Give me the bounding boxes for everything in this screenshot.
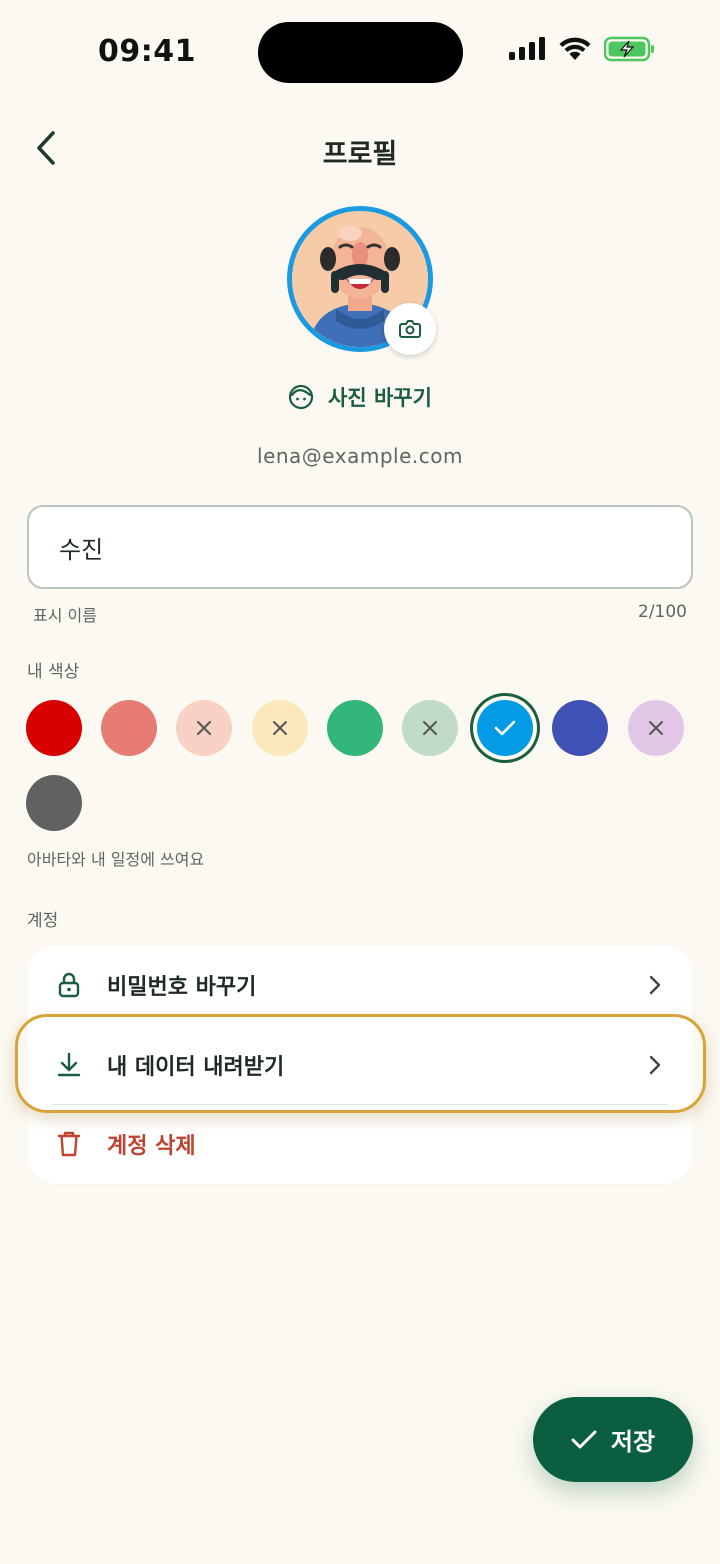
check-icon (571, 1430, 597, 1448)
status-time: 09:41 (98, 34, 196, 69)
color-hint: 아바타와 내 일정에 쓰여요 (27, 850, 205, 869)
status-icons (508, 36, 656, 62)
camera-icon (399, 320, 421, 338)
account-card: 비밀번호 바꾸기 내 데이터 내려받기 계정 삭제 (27, 946, 693, 1184)
cellular-signal-icon (509, 37, 545, 60)
account-email: lena@example.com (257, 444, 463, 468)
status-bar: 09:41 (0, 0, 720, 100)
chevron-right-icon (649, 1055, 661, 1075)
save-label: 저장 (610, 1428, 656, 1456)
color-swatch[interactable] (552, 700, 609, 756)
color-swatch[interactable] (26, 700, 82, 756)
battery-charging-icon (604, 36, 654, 62)
color-swatch[interactable] (26, 775, 82, 831)
display-name-counter: 2/100 (638, 602, 687, 622)
download-data-label: 내 데이터 내려받기 (107, 1055, 285, 1080)
trash-icon (55, 1130, 83, 1158)
save-button[interactable]: 저장 (533, 1397, 693, 1482)
color-section-label: 내 색상 (27, 662, 80, 682)
top-app-bar: 프로필 (0, 110, 720, 182)
check-icon (494, 720, 516, 736)
color-swatch (627, 700, 684, 756)
color-swatch[interactable] (326, 700, 383, 756)
color-swatch (402, 700, 458, 756)
face-icon (288, 384, 314, 410)
download-data-row[interactable]: 내 데이터 내려받기 (27, 1026, 693, 1104)
color-swatch (251, 700, 308, 756)
change-photo-link[interactable]: 사진 바꾸기 (288, 380, 432, 414)
wifi-icon (559, 37, 591, 60)
color-swatch (176, 700, 233, 756)
change-photo-camera-button[interactable] (384, 303, 436, 355)
avatar-container (287, 206, 436, 355)
unavailable-x-icon (272, 721, 287, 735)
color-swatch[interactable] (101, 700, 158, 756)
account-section-label: 계정 (27, 911, 59, 931)
lock-icon (55, 971, 83, 999)
dynamic-island (258, 22, 463, 83)
page-title: 프로필 (322, 139, 398, 170)
unavailable-x-icon (423, 721, 437, 735)
delete-account-row[interactable]: 계정 삭제 (27, 1105, 693, 1183)
unavailable-x-icon (648, 721, 663, 735)
download-icon (55, 1051, 83, 1079)
change-photo-label: 사진 바꾸기 (328, 386, 432, 410)
color-swatch[interactable] (477, 700, 534, 756)
delete-account-label: 계정 삭제 (107, 1134, 196, 1159)
chevron-right-icon (649, 975, 661, 995)
change-password-row[interactable]: 비밀번호 바꾸기 (27, 946, 693, 1024)
change-password-label: 비밀번호 바꾸기 (107, 975, 257, 1000)
unavailable-x-icon (197, 721, 212, 735)
display-name-input[interactable] (27, 505, 693, 589)
display-name-helper: 표시 이름 (33, 606, 97, 625)
